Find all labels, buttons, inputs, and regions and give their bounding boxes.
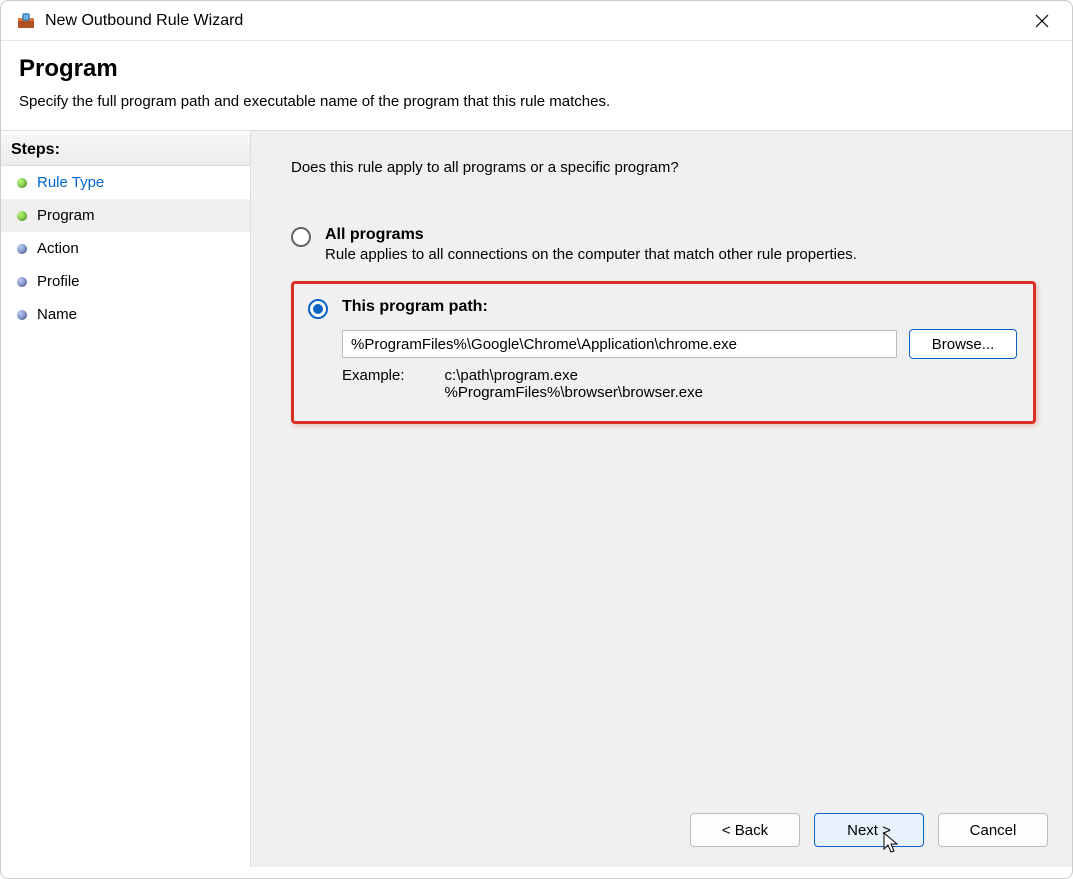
- step-label: Profile: [37, 273, 80, 290]
- highlighted-option-box: This program path: Browse... Example: c:…: [291, 281, 1036, 424]
- close-button[interactable]: [1022, 1, 1062, 41]
- step-label: Name: [37, 306, 77, 323]
- radio-all-programs[interactable]: [291, 227, 311, 247]
- option-all-title: All programs: [325, 226, 1036, 244]
- step-rule-type[interactable]: Rule Type: [1, 166, 250, 199]
- step-label: Program: [37, 207, 95, 224]
- page-header: Program Specify the full program path an…: [1, 41, 1072, 130]
- content-question: Does this rule apply to all programs or …: [291, 159, 1036, 176]
- wizard-footer: < Back Next > Cancel: [690, 813, 1048, 847]
- window-title: New Outbound Rule Wizard: [45, 12, 1022, 30]
- step-bullet-icon: [17, 277, 27, 287]
- main-area: Steps: Rule Type Program Action Profile …: [1, 130, 1072, 867]
- step-name[interactable]: Name: [1, 298, 250, 331]
- option-path-title: This program path:: [342, 298, 1017, 316]
- browse-button[interactable]: Browse...: [909, 329, 1017, 359]
- step-bullet-icon: [17, 244, 27, 254]
- option-all-programs[interactable]: All programs Rule applies to all connect…: [291, 226, 1036, 263]
- example-label: Example:: [342, 367, 405, 401]
- cancel-button[interactable]: Cancel: [938, 813, 1048, 847]
- example-paths: c:\path\program.exe %ProgramFiles%\brows…: [445, 367, 703, 401]
- firewall-app-icon: [17, 12, 35, 30]
- option-all-desc: Rule applies to all connections on the c…: [325, 246, 1036, 263]
- steps-title: Steps:: [1, 135, 250, 166]
- step-bullet-icon: [17, 310, 27, 320]
- next-button[interactable]: Next >: [814, 813, 924, 847]
- step-profile[interactable]: Profile: [1, 265, 250, 298]
- step-action[interactable]: Action: [1, 232, 250, 265]
- step-label: Action: [37, 240, 79, 257]
- step-label: Rule Type: [37, 174, 104, 191]
- titlebar: New Outbound Rule Wizard: [1, 1, 1072, 41]
- page-subtitle: Specify the full program path and execut…: [19, 93, 1054, 110]
- radio-program-path[interactable]: [308, 299, 328, 319]
- page-heading: Program: [19, 55, 1054, 83]
- step-program[interactable]: Program: [1, 199, 250, 232]
- back-button[interactable]: < Back: [690, 813, 800, 847]
- option-program-path[interactable]: This program path:: [308, 298, 1017, 319]
- steps-sidebar: Steps: Rule Type Program Action Profile …: [1, 131, 251, 867]
- program-path-input[interactable]: [342, 330, 897, 358]
- step-bullet-icon: [17, 178, 27, 188]
- step-bullet-icon: [17, 211, 27, 221]
- content-pane: Does this rule apply to all programs or …: [251, 131, 1072, 867]
